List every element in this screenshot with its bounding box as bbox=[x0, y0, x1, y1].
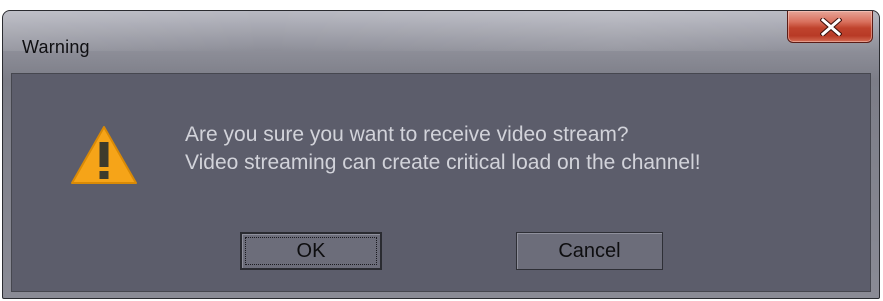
close-button[interactable] bbox=[787, 11, 873, 43]
cancel-button-label: Cancel bbox=[558, 240, 621, 262]
window-title: Warning bbox=[22, 37, 90, 57]
close-icon bbox=[820, 18, 842, 36]
title-bar[interactable]: Warning bbox=[3, 11, 879, 57]
message-line: Video streaming can create critical load… bbox=[185, 151, 701, 174]
message-line: Are you sure you want to receive video s… bbox=[185, 123, 629, 146]
warning-icon bbox=[71, 126, 137, 184]
cancel-button[interactable]: Cancel bbox=[516, 232, 663, 270]
ok-button-label: OK bbox=[296, 240, 326, 262]
warning-message: Are you sure you want to receive video s… bbox=[185, 121, 701, 177]
ok-button[interactable]: OK bbox=[240, 232, 382, 270]
dialog-body: Are you sure you want to receive video s… bbox=[11, 73, 871, 292]
dialog-window: Warning Are you sure you want to receive… bbox=[2, 10, 880, 299]
